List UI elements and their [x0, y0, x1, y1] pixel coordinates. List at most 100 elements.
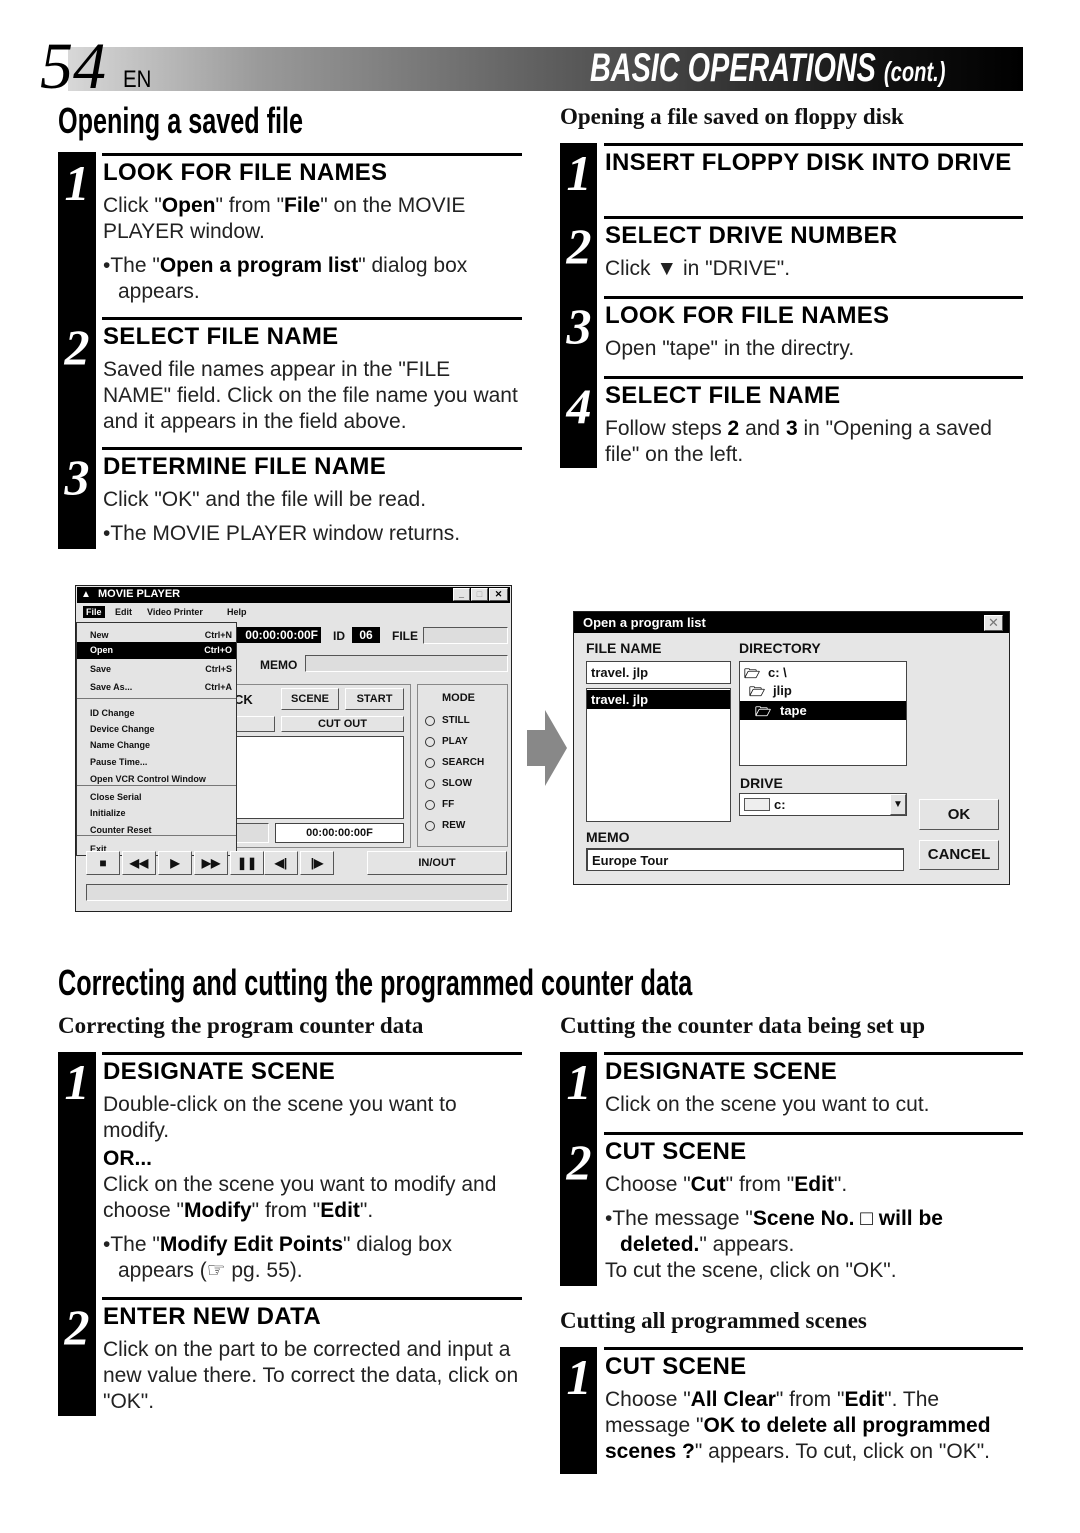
start-button[interactable]: START: [345, 688, 404, 710]
mode-label-rew: REW: [442, 820, 466, 831]
menu-file[interactable]: File: [83, 606, 105, 618]
menu-item-device-change[interactable]: Device Change: [77, 721, 236, 738]
text-segment: Click ▼ in "DRIVE".: [605, 257, 791, 280]
radio-button[interactable]: [425, 800, 435, 810]
counter-display: 00:00:00:00F: [231, 627, 321, 643]
step-number: 1: [566, 1349, 592, 1405]
step-number: 3: [566, 298, 592, 354]
menu-item-counter-reset[interactable]: Counter Reset: [77, 822, 236, 839]
step-text: Click on the scene you want to cut.: [605, 1092, 1023, 1118]
menu-item-pause-time[interactable]: Pause Time...: [77, 754, 236, 771]
scene-button[interactable]: SCENE: [281, 688, 339, 710]
radio-button[interactable]: [425, 737, 435, 747]
transport-button[interactable]: |▶: [300, 851, 334, 875]
bullet-item: The MOVIE PLAYER window returns.: [103, 521, 522, 547]
text-segment: ".: [833, 1173, 848, 1196]
radio-button[interactable]: [425, 716, 435, 726]
directory-item-selected[interactable]: 🗁 tape: [740, 701, 906, 720]
file-list[interactable]: travel. jlp: [586, 688, 731, 822]
file-label: FILE: [392, 629, 418, 643]
transport-button[interactable]: ▶: [158, 851, 192, 875]
directory-list[interactable]: 🗁 c: \ 🗁 jlip 🗁 tape: [739, 661, 907, 766]
radio-button[interactable]: [425, 821, 435, 831]
step-number: 4: [566, 378, 592, 434]
file-name-input[interactable]: travel. jlp: [586, 661, 731, 684]
directory-item[interactable]: c: \: [768, 665, 787, 680]
end-counter-field[interactable]: 00:00:00:00F: [275, 823, 404, 843]
step-body: Click "OK" and the file will be read. The…: [103, 487, 522, 547]
file-list-item[interactable]: travel. jlp: [587, 690, 730, 709]
cut-out-button[interactable]: CUT OUT: [281, 716, 404, 732]
text-segment: All Clear: [690, 1388, 776, 1411]
step-text: Choose "All Clear" from "Edit". The mess…: [605, 1387, 1023, 1465]
step-number: 2: [64, 1299, 90, 1355]
step-number: 1: [566, 145, 592, 201]
in-out-button[interactable]: IN/OUT: [367, 851, 507, 875]
cutting-all-subtitle: Cutting all programmed scenes: [560, 1308, 867, 1333]
step-number: 3: [64, 449, 90, 505]
text-segment: Choose ": [605, 1388, 691, 1411]
minimize-button[interactable]: _: [453, 588, 470, 601]
text-segment: The ": [110, 254, 160, 277]
memo-field[interactable]: [305, 655, 508, 672]
transport-button[interactable]: ■: [86, 851, 120, 875]
step-number: 2: [64, 319, 90, 375]
file-field[interactable]: [423, 627, 508, 644]
close-button[interactable]: ✕: [489, 588, 508, 601]
transport-button[interactable]: ❚❚: [230, 851, 264, 875]
text-segment: Click on the scene you want to cut.: [605, 1093, 930, 1116]
step-heading: CUT SCENE: [605, 1353, 747, 1380]
menu-item-label: Name Change: [90, 740, 151, 750]
ok-button[interactable]: OK: [919, 799, 999, 830]
memo-label: MEMO: [260, 658, 298, 672]
text-segment: Open: [161, 194, 216, 217]
directory-item-label: tape: [780, 703, 807, 718]
text-segment: Open "tape" in the directry.: [605, 337, 855, 360]
transport-button[interactable]: ◀|: [264, 851, 298, 875]
scene-list[interactable]: [226, 736, 404, 819]
maximize-button[interactable]: □: [471, 588, 488, 601]
menu-item-open[interactable]: Open Ctrl+O: [77, 642, 236, 659]
menu-edit[interactable]: Edit: [115, 607, 132, 617]
drive-label: DRIVE: [740, 775, 783, 791]
memo-input[interactable]: Europe Tour: [586, 848, 904, 871]
menu-video-printer[interactable]: Video Printer: [147, 607, 203, 617]
radio-button[interactable]: [425, 779, 435, 789]
menu-item-initialize[interactable]: Initialize: [77, 805, 236, 822]
id-value: 06: [352, 627, 380, 643]
section-title: BASIC OPERATIONS (cont.): [590, 46, 945, 94]
step-rule: [102, 153, 522, 156]
step-rule: [604, 376, 1023, 379]
text-segment: Open a program list: [159, 254, 359, 277]
text-segment: Modify: [184, 1199, 252, 1222]
radio-button[interactable]: [425, 758, 435, 768]
dialog-close-button[interactable]: ✕: [984, 615, 1003, 631]
menu-item-name-change[interactable]: Name Change: [77, 737, 236, 754]
menu-item-label: Open VCR Control Window: [90, 774, 206, 784]
step-rule: [102, 1052, 522, 1055]
step-body: Choose "Cut" from "Edit". The message "Sc…: [605, 1172, 1023, 1284]
menu-item-id-change[interactable]: ID Change: [77, 705, 236, 722]
menu-item-save[interactable]: Save Ctrl+S: [77, 661, 236, 678]
menu-separator: [77, 698, 236, 699]
transport-button[interactable]: ▶▶: [194, 851, 228, 875]
cancel-button[interactable]: CANCEL: [919, 840, 999, 870]
menu-item-close-serial[interactable]: Close Serial: [77, 789, 236, 806]
dialog-title: Open a program list: [583, 615, 706, 630]
chevron-down-icon[interactable]: ▼: [890, 794, 906, 815]
directory-item[interactable]: jlip: [773, 683, 792, 698]
text-segment: Click on the part to be corrected and in…: [103, 1338, 519, 1413]
transport-button[interactable]: ◀◀: [122, 851, 156, 875]
menu-help[interactable]: Help: [227, 607, 247, 617]
mode-label-search: SEARCH: [442, 757, 485, 768]
text-segment: Edit: [844, 1388, 885, 1411]
text-segment: The MOVIE PLAYER window returns.: [110, 522, 461, 545]
text-segment: Click "OK" and the file will be read.: [103, 488, 427, 511]
drive-select[interactable]: c: ▼: [739, 793, 907, 816]
bullet-item: The "Open a program list" dialog box app…: [103, 253, 522, 305]
menu-item-save-as[interactable]: Save As... Ctrl+A: [77, 679, 236, 696]
step-number: 2: [566, 218, 592, 274]
step-text: Double-click on the scene you want to mo…: [103, 1092, 522, 1144]
menu-item-open-vcr-control-window[interactable]: Open VCR Control Window: [77, 771, 236, 788]
memo-label: MEMO: [586, 829, 630, 845]
